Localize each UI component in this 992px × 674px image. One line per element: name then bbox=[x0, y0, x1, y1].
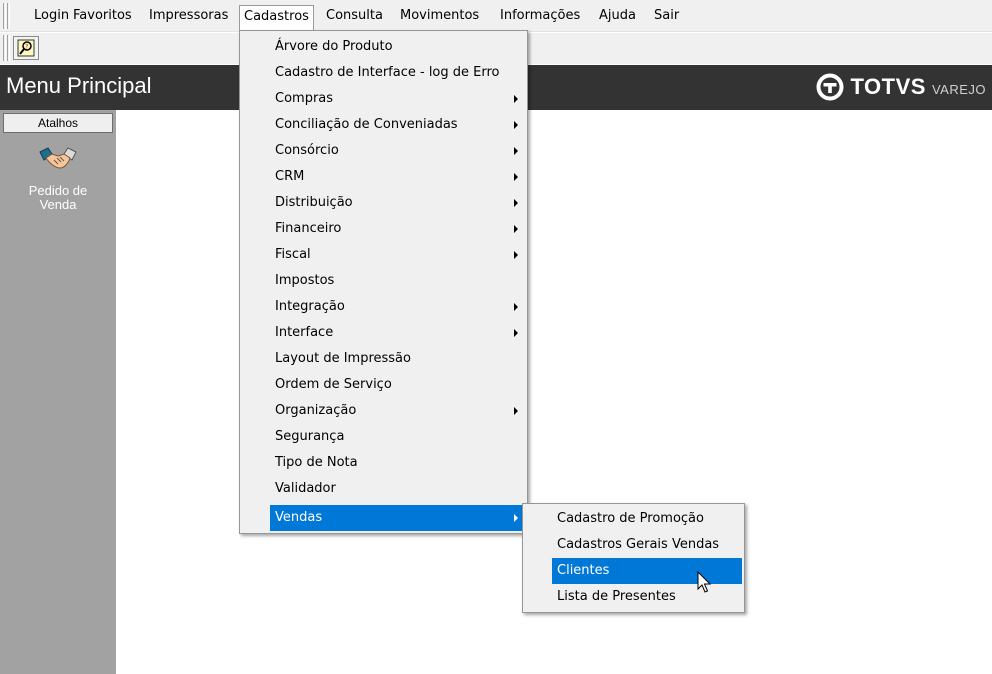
submenu-arrow-icon bbox=[514, 121, 518, 129]
menu-item-label: Validador bbox=[275, 481, 336, 496]
menu-item-label: CRM bbox=[275, 169, 305, 184]
menu-login[interactable]: Login bbox=[30, 6, 73, 26]
menu-item-compras[interactable]: Compras bbox=[270, 86, 526, 112]
cadastros-dropdown: Árvore do Produto Cadastro de Interface … bbox=[239, 30, 528, 534]
help-button[interactable]: ? bbox=[13, 36, 39, 60]
menu-item-organizacao[interactable]: Organização bbox=[270, 398, 526, 424]
menu-item-integracao[interactable]: Integração bbox=[270, 294, 526, 320]
menu-item-interface[interactable]: Interface bbox=[270, 320, 526, 346]
menu-favoritos[interactable]: Favoritos bbox=[69, 6, 136, 26]
menu-item-label: Compras bbox=[275, 91, 334, 106]
menu-item-crm[interactable]: CRM bbox=[270, 164, 526, 190]
menu-cadastros[interactable]: Cadastros bbox=[239, 5, 314, 30]
menu-item-tipo-de-nota[interactable]: Tipo de Nota bbox=[270, 450, 526, 476]
menu-item-label: Segurança bbox=[275, 429, 345, 444]
submenu-arrow-icon bbox=[514, 407, 518, 415]
menu-item-vendas[interactable]: Vendas bbox=[270, 505, 526, 531]
menu-item-label: Interface bbox=[275, 325, 334, 340]
menu-consulta[interactable]: Consulta bbox=[322, 6, 387, 26]
menu-item-label: Cadastro de Interface - log de Erro bbox=[275, 65, 500, 80]
shortcuts-sidebar: Atalhos Pedido de Venda bbox=[0, 110, 116, 674]
menubar-grip-2 bbox=[7, 3, 10, 29]
menu-movimentos[interactable]: Movimentos bbox=[396, 6, 483, 26]
submenu-item-cadastro-de-promocao[interactable]: Cadastro de Promoção bbox=[552, 506, 742, 532]
help-search-icon: ? bbox=[17, 39, 35, 57]
menu-item-conciliacao-de-conveniadas[interactable]: Conciliação de Conveniadas bbox=[270, 112, 526, 138]
menu-informacoes[interactable]: Informações bbox=[496, 6, 584, 26]
submenu-item-lista-de-presentes[interactable]: Lista de Presentes bbox=[552, 584, 742, 610]
menu-item-ordem-de-servico[interactable]: Ordem de Serviço bbox=[270, 372, 526, 398]
page-title: Menu Principal bbox=[6, 73, 152, 98]
submenu-arrow-icon bbox=[514, 95, 518, 103]
menu-item-validador[interactable]: Validador bbox=[270, 476, 526, 502]
menu-item-distribuicao[interactable]: Distribuição bbox=[270, 190, 526, 216]
menu-item-label: Impostos bbox=[275, 273, 335, 288]
menu-item-seguranca[interactable]: Segurança bbox=[270, 424, 526, 450]
menu-item-label: Fiscal bbox=[275, 247, 311, 262]
submenu-arrow-icon bbox=[514, 329, 518, 337]
menu-ajuda[interactable]: Ajuda bbox=[595, 6, 640, 26]
submenu-arrow-icon bbox=[514, 173, 518, 181]
menu-item-label: Tipo de Nota bbox=[275, 455, 358, 470]
menu-item-label: Distribuição bbox=[275, 195, 353, 210]
submenu-arrow-icon bbox=[514, 303, 518, 311]
menu-item-label: Conciliação de Conveniadas bbox=[275, 117, 458, 132]
submenu-arrow-icon bbox=[514, 199, 518, 207]
submenu-arrow-icon bbox=[514, 225, 518, 233]
menu-item-label: Layout de Impressão bbox=[275, 351, 411, 366]
submenu-item-label: Clientes bbox=[557, 563, 610, 578]
menu-item-label: Ordem de Serviço bbox=[275, 377, 392, 392]
handshake-icon bbox=[39, 147, 77, 169]
menu-item-financeiro[interactable]: Financeiro bbox=[270, 216, 526, 242]
menu-bar: Login Favoritos Impressoras Cadastros Co… bbox=[0, 0, 992, 32]
toolbar-grip-2 bbox=[7, 35, 10, 61]
submenu-arrow-icon bbox=[514, 147, 518, 155]
menu-item-label: Vendas bbox=[275, 510, 323, 525]
submenu-item-label: Lista de Presentes bbox=[557, 589, 676, 604]
menu-item-consorcio[interactable]: Consórcio bbox=[270, 138, 526, 164]
menu-impressoras[interactable]: Impressoras bbox=[145, 6, 232, 26]
menubar-grip[interactable] bbox=[3, 3, 6, 29]
menu-item-label: Árvore do Produto bbox=[275, 39, 393, 54]
submenu-arrow-icon bbox=[514, 251, 518, 259]
vendas-submenu: Cadastro de Promoção Cadastros Gerais Ve… bbox=[522, 503, 745, 613]
menu-item-label: Organização bbox=[275, 403, 357, 418]
menu-item-impostos[interactable]: Impostos bbox=[270, 268, 526, 294]
menu-item-label: Consórcio bbox=[275, 143, 339, 158]
totvs-logo-icon bbox=[816, 73, 844, 101]
brand-subtitle: VAREJO bbox=[931, 81, 986, 97]
brand-logo: TOTVS VAREJO bbox=[816, 73, 986, 101]
brand-name: TOTVS bbox=[850, 74, 926, 99]
submenu-item-label: Cadastros Gerais Vendas bbox=[557, 537, 720, 552]
mouse-cursor-icon bbox=[697, 571, 712, 593]
tab-atalhos[interactable]: Atalhos bbox=[3, 113, 113, 133]
submenu-item-clientes[interactable]: Clientes bbox=[552, 558, 742, 584]
toolbar-grip[interactable] bbox=[3, 35, 6, 61]
svg-text:?: ? bbox=[25, 44, 28, 51]
menu-item-arvore-do-produto[interactable]: Árvore do Produto bbox=[270, 34, 526, 60]
menu-item-cadastro-de-interface[interactable]: Cadastro de Interface - log de Erro bbox=[270, 60, 526, 86]
menu-item-label: Integração bbox=[275, 299, 345, 314]
submenu-item-label: Cadastro de Promoção bbox=[557, 511, 704, 526]
submenu-arrow-icon bbox=[514, 514, 518, 522]
shortcut-label: Pedido de Venda bbox=[28, 183, 88, 212]
menu-item-layout-de-impressao[interactable]: Layout de Impressão bbox=[270, 346, 526, 372]
menu-item-label: Financeiro bbox=[275, 221, 342, 236]
menu-item-fiscal[interactable]: Fiscal bbox=[270, 242, 526, 268]
menu-sair[interactable]: Sair bbox=[650, 6, 683, 26]
submenu-item-cadastros-gerais-vendas[interactable]: Cadastros Gerais Vendas bbox=[552, 532, 742, 558]
shortcut-pedido-de-venda[interactable]: Pedido de Venda bbox=[0, 142, 116, 212]
